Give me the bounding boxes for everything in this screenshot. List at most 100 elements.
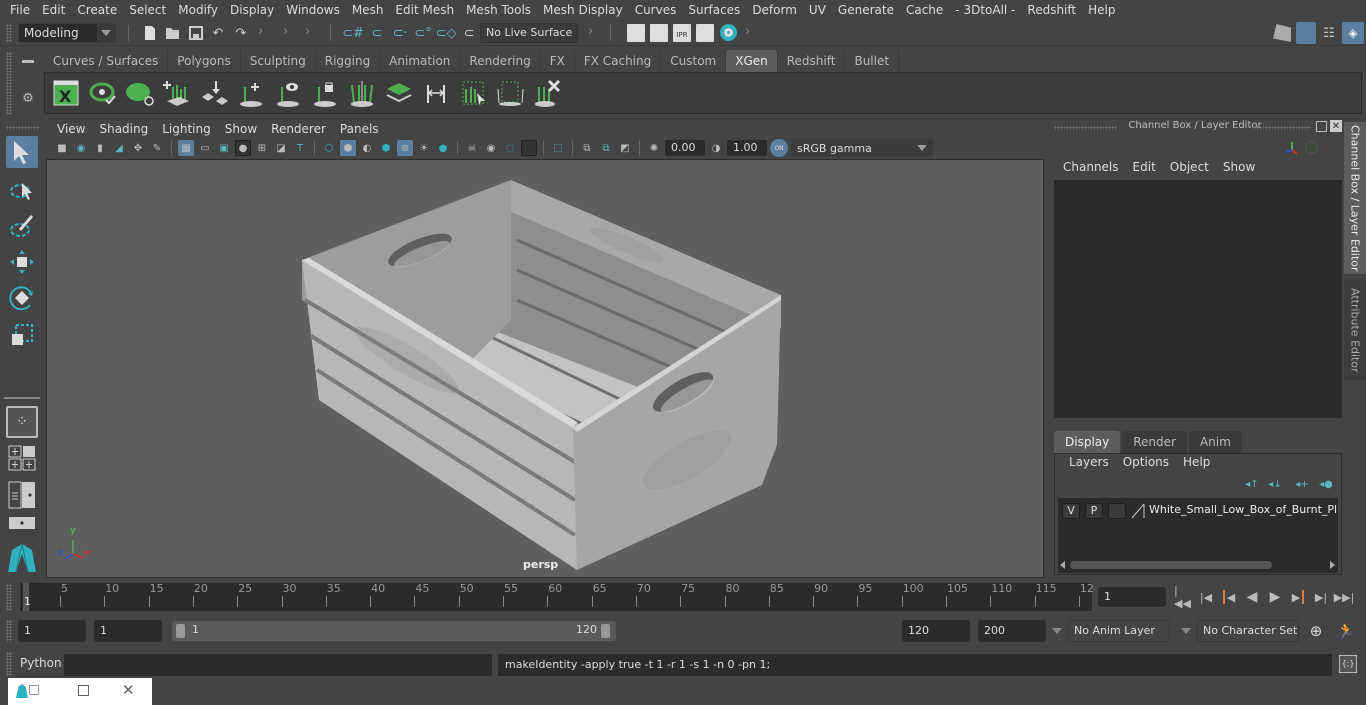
field-chart-icon[interactable]: ⊞ bbox=[254, 140, 270, 156]
menu-file[interactable]: File bbox=[4, 3, 36, 17]
select-tool-icon[interactable] bbox=[6, 136, 38, 168]
viewport-menu-view[interactable]: View bbox=[50, 122, 92, 136]
command-input[interactable] bbox=[64, 654, 492, 676]
xgen-show-guides-icon[interactable] bbox=[271, 77, 304, 110]
xgen-density-icon[interactable] bbox=[382, 77, 415, 110]
shelf-tab-fx-caching[interactable]: FX Caching bbox=[574, 50, 662, 72]
shelf-tab-xgen[interactable]: XGen bbox=[726, 50, 778, 72]
playback-start-field[interactable]: 1 bbox=[94, 620, 162, 642]
backface-culling-icon[interactable] bbox=[521, 140, 537, 156]
layer-list-hscrollbar[interactable] bbox=[1058, 559, 1338, 571]
scroll-right-icon[interactable] bbox=[1330, 561, 1335, 569]
menu-curves[interactable]: Curves bbox=[629, 3, 683, 17]
grease-pencil-icon[interactable]: ✎ bbox=[149, 140, 165, 156]
single-perspective-layout-icon[interactable]: ⁘ bbox=[6, 406, 38, 438]
ambient-occlusion-icon[interactable]: ⧉ bbox=[579, 140, 595, 156]
menu-create[interactable]: Create bbox=[71, 3, 123, 17]
viewport-menu-renderer[interactable]: Renderer bbox=[264, 122, 333, 136]
film-gate-icon[interactable]: ▭ bbox=[197, 140, 213, 156]
gate-mask-icon[interactable]: ● bbox=[235, 140, 251, 156]
layer-menu-help[interactable]: Help bbox=[1176, 455, 1217, 469]
tool-settings-icon[interactable]: ☷ bbox=[1320, 24, 1338, 42]
channel-slash-icon[interactable]: ∕ bbox=[1324, 140, 1338, 154]
menu-select[interactable]: Select bbox=[123, 3, 172, 17]
restore-window-icon[interactable] bbox=[29, 685, 39, 695]
collapse-arrow-icon[interactable]: › bbox=[283, 24, 288, 39]
viewport-menu-panels[interactable]: Panels bbox=[333, 122, 386, 136]
safe-title-icon[interactable]: T bbox=[292, 140, 308, 156]
side-tab-channel-box[interactable]: Channel Box / Layer Editor bbox=[1344, 122, 1366, 274]
render-view-icon[interactable] bbox=[627, 24, 645, 42]
menu-surfaces[interactable]: Surfaces bbox=[682, 3, 746, 17]
current-frame-field[interactable]: 1 bbox=[1098, 587, 1166, 607]
xgen-lock-guides-icon[interactable] bbox=[308, 77, 341, 110]
shelf-settings-gear-icon[interactable]: ⚙ bbox=[20, 90, 36, 106]
layer-playback-toggle[interactable]: P bbox=[1085, 503, 1103, 519]
modeling-toolkit-icon[interactable] bbox=[1273, 24, 1291, 42]
menu-edit-mesh[interactable]: Edit Mesh bbox=[389, 3, 460, 17]
viewport-menu-show[interactable]: Show bbox=[218, 122, 264, 136]
smooth-shade-icon[interactable]: ⬢ bbox=[340, 140, 356, 156]
new-empty-layer-icon[interactable]: ◂+ bbox=[1294, 477, 1310, 491]
gamma-icon[interactable]: ◑ bbox=[708, 140, 724, 156]
render-settings-icon[interactable] bbox=[696, 24, 714, 42]
paint-select-tool-icon[interactable] bbox=[6, 210, 38, 242]
collapse-arrow-icon[interactable]: › bbox=[588, 24, 593, 39]
2d-pan-zoom-icon[interactable]: ✥ bbox=[130, 140, 146, 156]
shelf-tab-animation[interactable]: Animation bbox=[380, 50, 461, 72]
range-end-handle[interactable] bbox=[601, 624, 610, 638]
menuset-dropdown[interactable]: Modeling bbox=[18, 23, 116, 43]
shelf-tab-sculpting[interactable]: Sculpting bbox=[240, 50, 316, 72]
play-forwards-icon[interactable]: ▶ bbox=[1266, 588, 1284, 606]
anim-layer-dropdown[interactable]: No Anim Layer bbox=[1068, 620, 1170, 642]
default-material-icon[interactable]: ◐ bbox=[359, 140, 375, 156]
anim-layer-chevron-icon[interactable] bbox=[1052, 628, 1062, 634]
graph-persp-layout-icon[interactable] bbox=[6, 516, 38, 534]
collapse-arrow-icon[interactable]: › bbox=[305, 24, 310, 39]
wireframe-on-shaded-icon[interactable]: ⬢ bbox=[378, 140, 394, 156]
layer-display-type-toggle[interactable] bbox=[1108, 503, 1126, 519]
xgen-add-guide-icon[interactable] bbox=[234, 77, 267, 110]
xgen-description-editor-icon[interactable]: X bbox=[49, 77, 82, 110]
make-live-icon[interactable]: ⊂ bbox=[459, 23, 479, 43]
range-slider[interactable]: 1 120 bbox=[172, 621, 616, 641]
channel-box-area[interactable] bbox=[1054, 180, 1342, 418]
collapse-arrow-icon[interactable]: › bbox=[258, 24, 263, 39]
xgen-split-guides-icon[interactable] bbox=[345, 77, 378, 110]
shelf-tab-redshift[interactable]: Redshift bbox=[777, 50, 846, 72]
shelf-menu-icon[interactable] bbox=[22, 60, 34, 63]
live-surface-field[interactable]: No Live Surface bbox=[480, 23, 578, 43]
menu-display[interactable]: Display bbox=[224, 3, 280, 17]
xgen-select-guides-icon[interactable] bbox=[456, 77, 489, 110]
xgen-preview-icon[interactable] bbox=[86, 77, 119, 110]
layer-visibility-toggle[interactable]: V bbox=[1062, 503, 1080, 519]
undo-icon[interactable]: ↶ bbox=[209, 24, 227, 42]
xgen-bound-icon[interactable] bbox=[493, 77, 526, 110]
side-tab-attribute-editor[interactable]: Attribute Editor bbox=[1344, 280, 1366, 380]
time-slider[interactable]: 1 5 10 15 20 25 30 35 40 45 50 55 60 65 70 75 80 85 90 95 1… bbox=[20, 582, 1094, 611]
character-set-chevron-icon[interactable] bbox=[1181, 628, 1191, 634]
image-plane-icon[interactable]: ◢ bbox=[111, 140, 127, 156]
animation-preferences-icon[interactable]: 🏃 bbox=[1336, 621, 1356, 641]
step-forward-key-icon[interactable]: ▶ bbox=[1289, 588, 1307, 606]
xray-joints-icon[interactable]: ◌ bbox=[502, 140, 518, 156]
keyframe-indicator-icon[interactable] bbox=[1305, 141, 1318, 154]
scroll-left-icon[interactable] bbox=[1060, 561, 1065, 569]
xgen-clear-preview-icon[interactable] bbox=[123, 77, 156, 110]
layer-tab-render[interactable]: Render bbox=[1122, 431, 1187, 453]
layer-menu-layers[interactable]: Layers bbox=[1062, 455, 1116, 469]
shelf-tab-rendering[interactable]: Rendering bbox=[460, 50, 541, 72]
command-language-label[interactable]: Python bbox=[20, 656, 62, 670]
range-start-handle[interactable] bbox=[176, 624, 185, 638]
xgen-length-icon[interactable] bbox=[419, 77, 452, 110]
attribute-editor-toggle-icon[interactable] bbox=[1296, 22, 1316, 44]
channel-box-menu-show[interactable]: Show bbox=[1216, 160, 1262, 174]
auto-key-toggle-icon[interactable]: ⊕ bbox=[1307, 622, 1325, 640]
layer-row[interactable]: V P White_Small_Low_Box_of_Burnt_Plan bbox=[1058, 498, 1338, 524]
menu-mesh[interactable]: Mesh bbox=[346, 3, 390, 17]
layer-menu-options[interactable]: Options bbox=[1116, 455, 1176, 469]
lasso-tool-icon[interactable] bbox=[6, 174, 38, 206]
snap-grid-icon[interactable]: ⊂# bbox=[342, 23, 364, 43]
ipr-render-icon[interactable]: IPR bbox=[673, 24, 691, 42]
color-management-toggle[interactable]: ON bbox=[770, 139, 788, 157]
